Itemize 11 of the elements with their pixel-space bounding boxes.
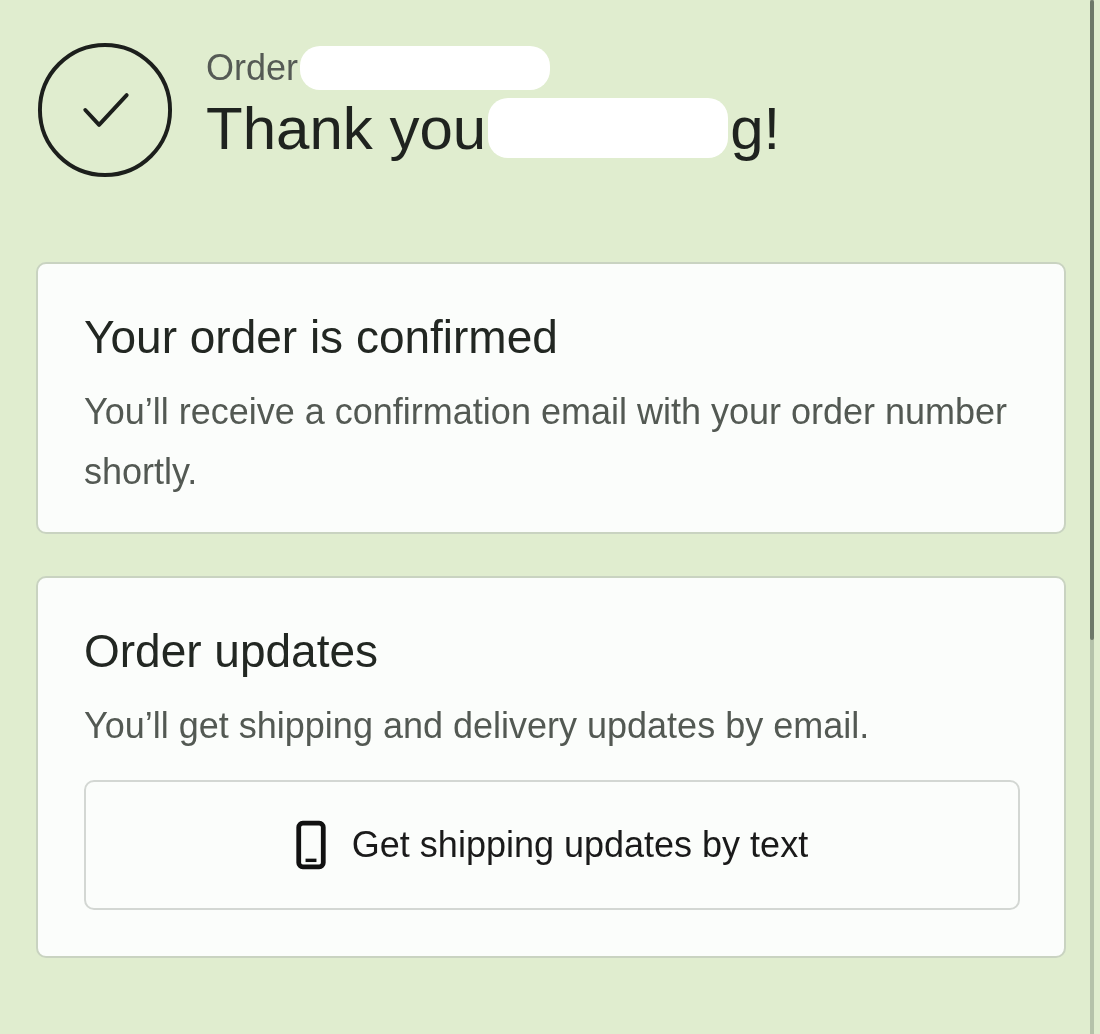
text-updates-button[interactable]: Get shipping updates by text (84, 780, 1020, 910)
card-text: You’ll get shipping and delivery updates by email. (84, 704, 871, 748)
order-label: Order (206, 46, 299, 89)
phone-icon (295, 819, 326, 871)
page-title: g! (730, 93, 781, 163)
scrollbar-thumb[interactable] (1090, 0, 1094, 640)
page-title: Thank you (206, 93, 487, 163)
card-text: You’ll receive a confirmation email with your order number shortly. (84, 390, 1009, 494)
card-heading: Order updates (84, 624, 380, 678)
card-heading: Your order is confirmed (84, 310, 559, 364)
check-circle-icon (36, 41, 174, 179)
